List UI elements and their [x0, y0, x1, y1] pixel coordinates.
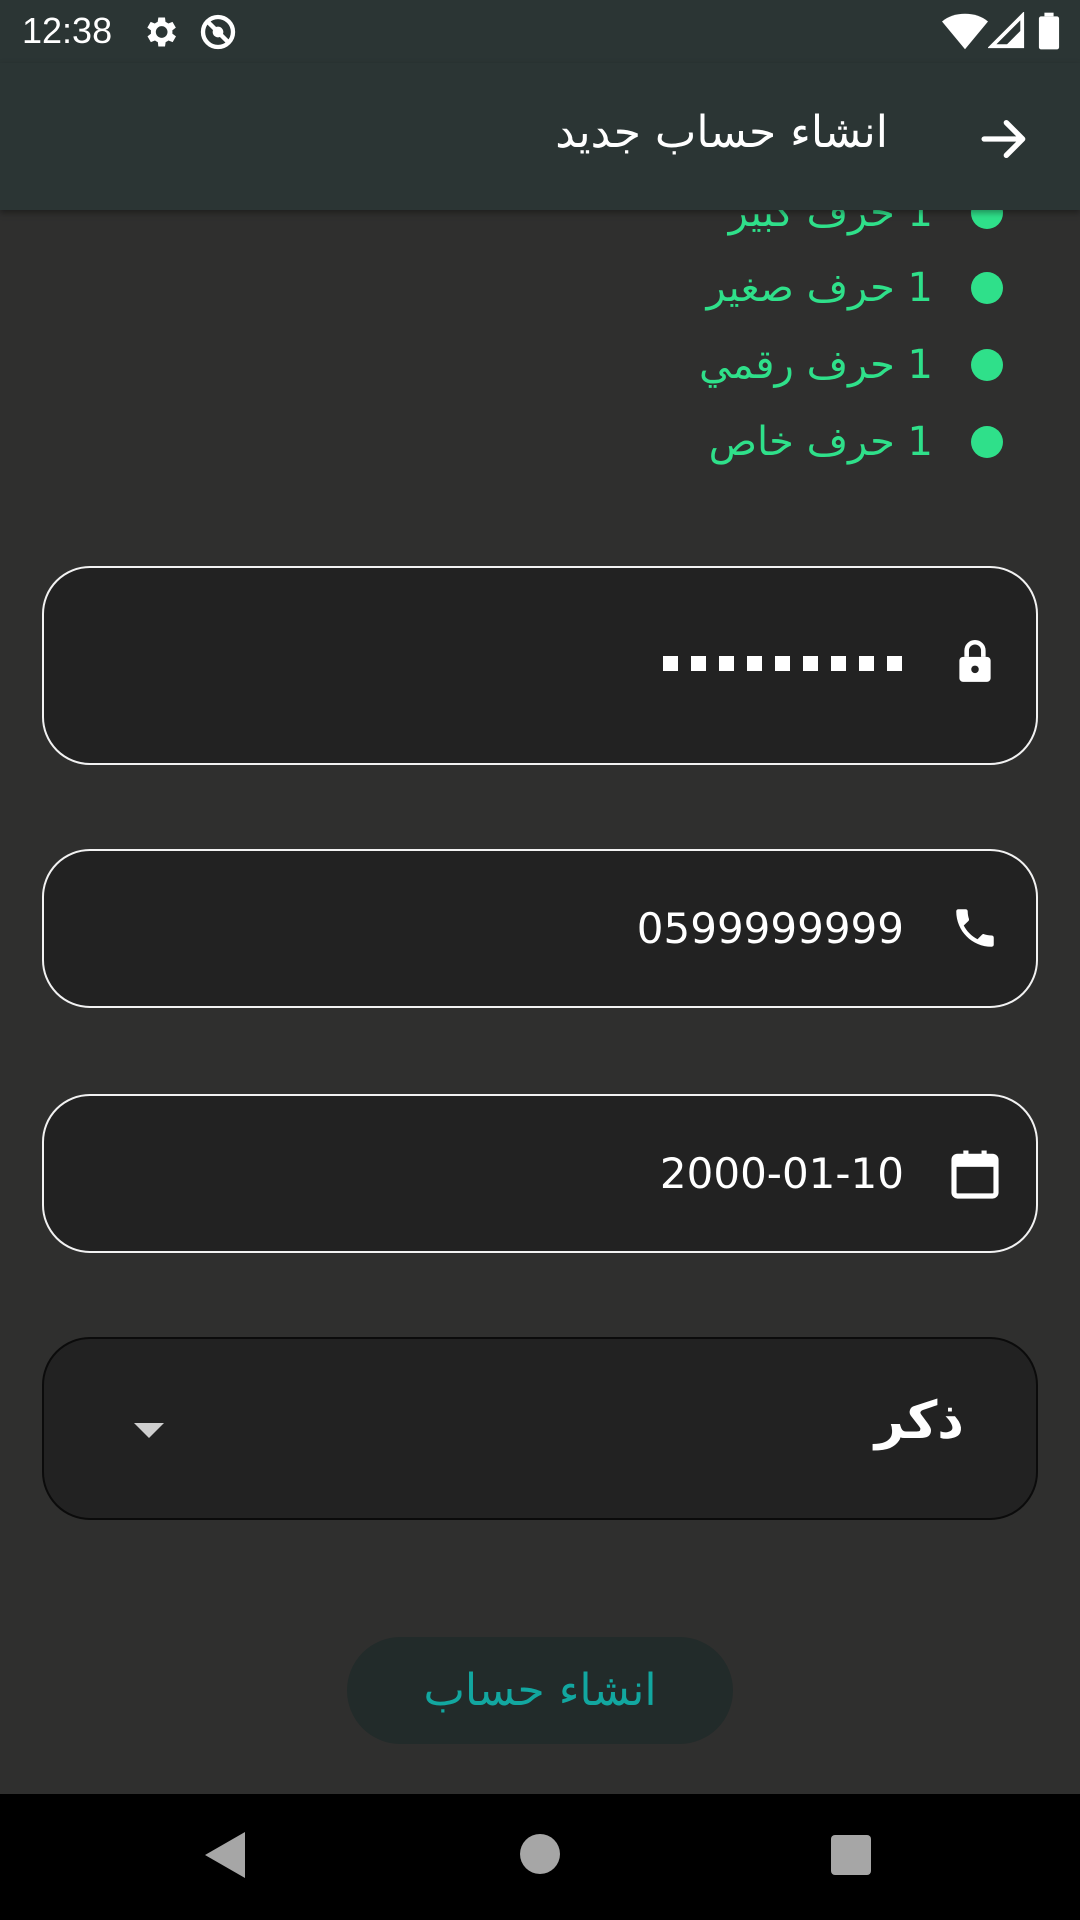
app-bar: انشاء حساب جديد	[0, 63, 1080, 210]
wifi-icon	[942, 13, 988, 50]
phone-icon	[956, 909, 994, 947]
password-mask-dot	[775, 656, 790, 671]
password-mask-dot	[691, 656, 706, 671]
password-rules: 1 حرف كبير 1 حرف صغير 1 حرف رقمي 1 حرف خ…	[0, 210, 1080, 510]
password-field[interactable]	[42, 566, 1038, 765]
rule-check-dot	[971, 210, 1003, 229]
battery-icon	[1038, 12, 1060, 50]
password-mask-dot	[859, 656, 874, 671]
password-mask-dot	[719, 656, 734, 671]
phone-field[interactable]: 0599999999	[42, 849, 1038, 1008]
rule-text: 1 حرف كبير	[728, 210, 933, 236]
lock-icon	[959, 640, 991, 682]
birthdate-field[interactable]: 2000-01-10	[42, 1094, 1038, 1253]
signal-icon	[988, 12, 1025, 49]
sync-disabled-icon	[200, 14, 236, 50]
rule-check-dot	[971, 426, 1003, 458]
phone-value: 0599999999	[636, 904, 904, 953]
status-bar: 12:38	[0, 0, 1080, 63]
password-mask-dot	[747, 656, 762, 671]
password-mask-dot	[803, 656, 818, 671]
home-circle-icon[interactable]	[520, 1834, 560, 1874]
password-mask-dot	[831, 656, 846, 671]
arrow-right-icon[interactable]	[976, 111, 1032, 167]
status-time: 12:38	[22, 10, 113, 51]
rule-check-dot	[971, 349, 1003, 381]
password-mask-dot	[887, 656, 902, 671]
birthdate-value: 2000-01-10	[659, 1149, 904, 1198]
create-account-label: انشاء حساب	[423, 1665, 657, 1716]
recents-square-icon[interactable]	[831, 1835, 871, 1875]
gender-select[interactable]: ذكر	[42, 1337, 1038, 1520]
rule-lowercase: 1 حرف صغير	[706, 258, 1003, 318]
rule-text: 1 حرف خاص	[708, 419, 933, 465]
rule-digit: 1 حرف رقمي	[699, 335, 1003, 395]
create-account-button[interactable]: انشاء حساب	[347, 1637, 733, 1744]
calendar-icon	[951, 1150, 999, 1199]
rule-special: 1 حرف خاص	[709, 412, 1003, 472]
gender-selected-value: ذكر	[874, 1391, 964, 1451]
dropdown-arrow-icon	[134, 1423, 164, 1438]
navigation-bar	[0, 1794, 1080, 1920]
page-title: انشاء حساب جديد	[555, 107, 888, 158]
rule-text: 1 حرف رقمي	[698, 342, 933, 388]
gear-icon	[147, 17, 176, 47]
back-triangle-icon[interactable]	[205, 1832, 245, 1878]
password-mask-dot	[663, 656, 678, 671]
password-mask	[663, 656, 902, 671]
rule-check-dot	[971, 272, 1003, 304]
rule-text: 1 حرف صغير	[706, 265, 933, 311]
rule-uppercase: 1 حرف كبير	[729, 210, 1003, 243]
